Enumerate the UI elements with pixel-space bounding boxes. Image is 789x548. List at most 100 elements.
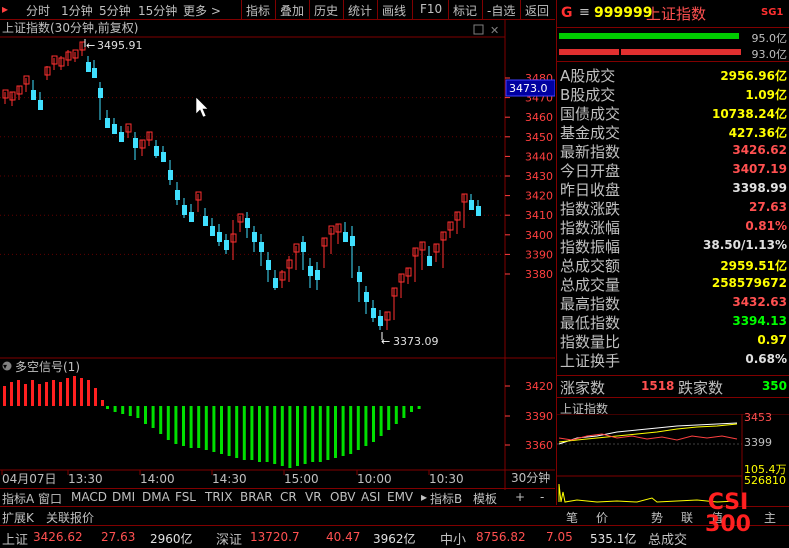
price-tick-label: 3430 — [525, 170, 553, 183]
status-bar: 扩展K 关联报价 笔 价 势 联 值 主 上证 3426.62 27.63 29… — [0, 492, 789, 548]
indicator-bar-negative — [121, 406, 125, 414]
tab-cr[interactable]: CR — [280, 490, 297, 504]
low-annotation: ← — [381, 335, 390, 348]
tab-indicator-b[interactable]: 指标B — [430, 490, 462, 507]
price-tick-label: 3390 — [525, 248, 553, 261]
indicator-bar-negative — [356, 406, 360, 450]
tab-fsl[interactable]: FSL — [175, 490, 196, 504]
ticker-sme-name: 中小 — [440, 533, 467, 548]
panel-tab-ticks[interactable]: 笔 — [566, 509, 578, 526]
ticker-sh-price: 3426.62 — [33, 530, 83, 544]
candle-body-down — [273, 278, 278, 288]
toolbar-indicator[interactable]: 指标 — [246, 2, 270, 19]
tab-trix[interactable]: TRIX — [205, 490, 232, 504]
toolbar-divider — [309, 0, 310, 19]
quote-row-value: 3432.63 — [732, 295, 787, 309]
toolbar-mark[interactable]: 标记 — [453, 2, 477, 19]
ticker-sz-change: 40.47 — [326, 530, 361, 544]
tab-macd[interactable]: MACD — [71, 490, 107, 504]
tab-obv[interactable]: OBV — [330, 490, 356, 504]
quote-row: 最高指数 3432.63 — [557, 293, 789, 313]
toolbar-more[interactable]: 更多 > — [183, 2, 221, 19]
toolbar-overlay[interactable]: 叠加 — [280, 2, 304, 19]
toolbar-divider — [275, 0, 276, 19]
quote-row-value: 0.81% — [745, 219, 787, 233]
toolbar-divider — [241, 0, 242, 19]
candle-body-down — [224, 240, 229, 250]
stock-name: 上证指数 — [646, 5, 707, 23]
toolbar-draw[interactable]: 画线 — [382, 2, 406, 19]
quote-row-value: 2959.51亿 — [720, 259, 787, 273]
candle-body-down — [252, 232, 257, 242]
ticker-sme-price: 8756.82 — [476, 530, 526, 544]
panel-tab-main[interactable]: 主 — [764, 509, 776, 526]
candle-body-down — [259, 242, 264, 252]
indicator-bar-negative — [280, 406, 284, 466]
indicator-bar-negative — [113, 406, 117, 412]
tab-template[interactable]: 模板 — [473, 490, 497, 507]
indicator-bar-negative — [174, 406, 178, 444]
candle-body-down — [301, 242, 306, 252]
menu-icon[interactable]: ≡ — [579, 5, 590, 20]
candle-body-down — [168, 170, 173, 180]
toolbar-5min[interactable]: 5分钟 — [99, 2, 131, 19]
indicator-bar-negative — [235, 406, 239, 458]
quote-row-label: 最新指数 — [560, 143, 621, 161]
toolbar-1min[interactable]: 1分钟 — [61, 2, 93, 19]
zoom-out-button[interactable]: - — [540, 490, 544, 504]
tab-indicator-a[interactable]: 指标A — [2, 490, 34, 507]
tab-vr[interactable]: VR — [305, 490, 322, 504]
panel-tab-price[interactable]: 价 — [596, 509, 608, 526]
indicator-bar-positive — [3, 386, 6, 406]
candle-body-down — [350, 236, 355, 246]
indicator-bar-negative — [151, 406, 155, 428]
quote-row: 今日开盘 3407.19 — [557, 160, 789, 180]
tab-expand-icon[interactable]: ▸ — [421, 490, 427, 504]
tab-related-quotes[interactable]: 关联报价 — [46, 509, 94, 526]
panel-tab-link[interactable]: 联 — [681, 509, 693, 526]
toolbar-divider — [520, 0, 521, 19]
quote-row-label: 最低指数 — [560, 314, 621, 332]
indicator-bar-negative — [288, 406, 292, 468]
panel-tab-trend[interactable]: 势 — [651, 509, 663, 526]
toolbar-15min[interactable]: 15分钟 — [138, 2, 177, 19]
tab-brar[interactable]: BRAR — [240, 490, 273, 504]
tab-emv[interactable]: EMV — [387, 490, 413, 504]
toolbar-watchlist[interactable]: -自选 — [487, 2, 515, 19]
quote-row: 指数量比 0.97 — [557, 331, 789, 351]
chart-close-icon[interactable]: ✕ — [490, 24, 499, 37]
price-tick-label: 3420 — [525, 190, 553, 203]
toolbar-stats[interactable]: 统计 — [348, 2, 372, 19]
kline-chart[interactable]: 上证指数(30分钟,前复权) ✕ 34803470346034503440343… — [0, 20, 555, 490]
candle-body-down — [427, 256, 432, 266]
toolbar-intraday[interactable]: 分时 — [26, 2, 50, 19]
indicator-bar-positive — [52, 380, 55, 406]
zoom-in-button[interactable]: + — [515, 490, 525, 504]
toolbar-f10[interactable]: F10 — [420, 2, 442, 16]
quote-row-label: 基金成交 — [560, 124, 621, 142]
tab-dma[interactable]: DMA — [142, 490, 170, 504]
ticker-sz-price: 13720.7 — [250, 530, 300, 544]
toolbar-back[interactable]: 返回 — [525, 2, 549, 19]
tab-dmi[interactable]: DMI — [112, 490, 135, 504]
quote-row: 最低指数 3394.13 — [557, 312, 789, 332]
chart-settings-icon[interactable] — [473, 24, 484, 35]
current-price-label: 3473.0 — [509, 82, 548, 95]
indicator-bar-negative — [197, 406, 201, 448]
tab-window[interactable]: 窗口 — [38, 490, 62, 507]
group-letter: G — [561, 5, 573, 21]
indicator-bar-positive — [31, 380, 34, 406]
tab-asi[interactable]: ASI — [361, 490, 380, 504]
toolbar-history[interactable]: 历史 — [314, 2, 338, 19]
indicator-bar-negative — [296, 406, 299, 466]
indicator-bar-positive — [38, 384, 41, 406]
tab-extended-k[interactable]: 扩展K — [2, 509, 34, 526]
indicator-bar-negative — [189, 406, 193, 448]
quote-row-label: 总成交量 — [560, 276, 621, 294]
indicator-bar-negative — [182, 406, 185, 446]
price-tick-label: 3400 — [525, 229, 553, 242]
period-box[interactable]: 30分钟 — [511, 470, 550, 485]
quote-row: 昨日收盘 3398.99 — [557, 179, 789, 199]
sell-strength-label: 93.0亿 — [751, 48, 788, 61]
indicator-tick-label: 3390 — [525, 410, 553, 423]
